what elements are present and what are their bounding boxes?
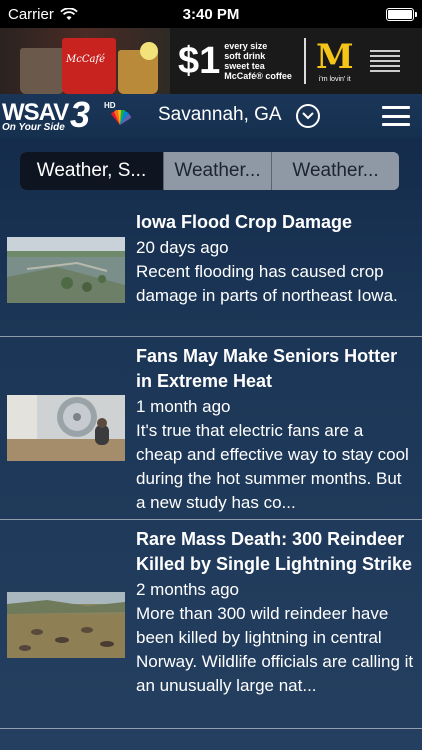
mcdonalds-logo: M i'm lovin' it: [316, 40, 354, 83]
segment-weather-1[interactable]: Weather, S...: [20, 152, 163, 190]
status-bar: Carrier 3:40 PM: [0, 0, 422, 28]
logo-tagline: On Your Side: [2, 122, 65, 133]
article-summary: It's true that electric fans are a cheap…: [136, 421, 409, 512]
battery-fill: [388, 9, 412, 19]
article-title: Fans May Make Seniors Hotter in Extreme …: [136, 346, 398, 391]
soda-cup: [62, 38, 116, 94]
list-item[interactable]: Fans May Make Seniors Hotter in Extreme …: [0, 337, 422, 520]
status-left: Carrier: [8, 6, 78, 23]
article-thumbnail: [7, 592, 125, 658]
ad-cups-image: McCafé: [0, 28, 170, 94]
ad-line: McCafé® coffee: [224, 71, 292, 81]
article-title: Iowa Flood Crop Damage: [136, 212, 353, 232]
ad-dollar: $1: [178, 40, 221, 82]
coffee-cup: [20, 48, 64, 94]
logo-hd: HD: [104, 101, 116, 110]
segment-weather-3[interactable]: Weather...: [271, 152, 399, 190]
location-label[interactable]: Savannah, GA: [158, 104, 282, 126]
article-date: 20 days ago: [136, 238, 229, 257]
ad-divider: [303, 38, 306, 84]
category-segmented-control: Weather, S... Weather... Weather...: [20, 152, 399, 190]
ad-banner[interactable]: McCafé $1 every size soft drink sweet te…: [0, 28, 422, 94]
golden-arches-logo: M: [315, 36, 354, 77]
article-date: 2 months ago: [136, 580, 240, 599]
carrier-label: Carrier: [8, 5, 54, 23]
article-date: 1 month ago: [136, 397, 231, 416]
lemon-slice: [140, 42, 158, 60]
ad-offer-lines: every size soft drink sweet tea McCafé® …: [224, 41, 292, 81]
list-item[interactable]: Rare Mass Death: 300 Reindeer Killed by …: [0, 520, 422, 729]
nbc-peacock-icon: [111, 110, 132, 125]
article-title: Rare Mass Death: 300 Reindeer Killed by …: [136, 529, 413, 574]
article-thumbnail: [7, 237, 125, 303]
chevron-down-icon[interactable]: [296, 104, 320, 128]
article-thumbnail: [7, 395, 125, 461]
article-summary: More than 300 wild reindeer have been ki…: [136, 604, 414, 695]
wifi-icon: [60, 7, 78, 20]
article-summary: Recent flooding has caused crop damage i…: [136, 262, 398, 305]
ad-tagline: i'm lovin' it: [318, 75, 351, 83]
article-text: Fans May Make Seniors Hotter in Extreme …: [136, 344, 414, 515]
segment-weather-2[interactable]: Weather...: [163, 152, 271, 190]
article-text: Iowa Flood Crop Damage 20 days ago Recen…: [136, 210, 414, 308]
ad-line: soft drink: [224, 51, 266, 61]
article-text: Rare Mass Death: 300 Reindeer Killed by …: [136, 527, 414, 698]
ad-line: every size: [224, 41, 268, 51]
wsav-logo[interactable]: WSAV 3 HD On Your Side: [0, 94, 135, 135]
hamburger-menu-icon[interactable]: [382, 106, 410, 126]
ad-fine-print: [369, 50, 400, 72]
ad-line: sweet tea: [224, 61, 265, 71]
cup-logo-text: McCafé: [66, 54, 106, 65]
ad-price: $1 every size soft drink sweet tea McCaf…: [178, 41, 292, 81]
logo-number: 3: [70, 94, 91, 135]
nav-bar: WSAV 3 HD On Your Side Savannah, GA: [0, 94, 422, 138]
battery-icon: [386, 7, 417, 21]
list-item[interactable]: Iowa Flood Crop Damage 20 days ago Recen…: [0, 200, 422, 337]
